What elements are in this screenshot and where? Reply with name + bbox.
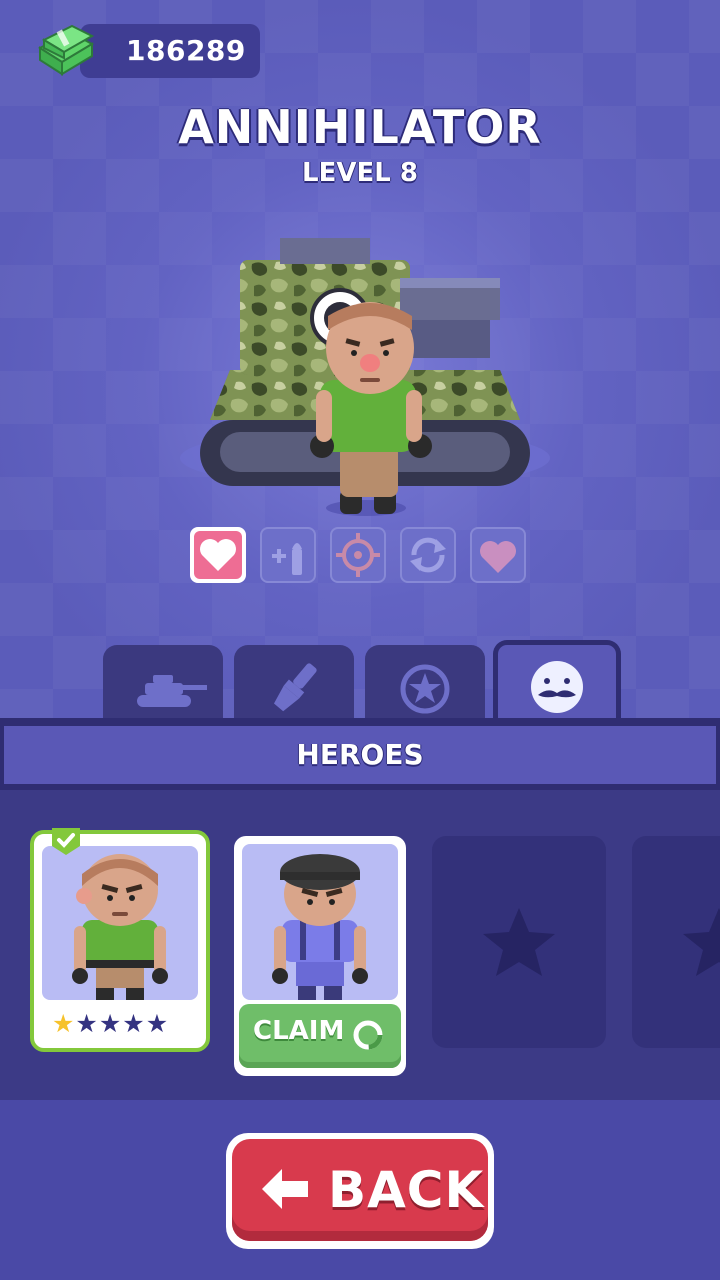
star-empty-icon: ★ — [145, 1009, 169, 1038]
currency-display: 186289 — [38, 24, 260, 80]
claim-label: CLAIM — [253, 1016, 345, 1046]
currency-amount: 186289 — [126, 34, 246, 67]
crosshair-icon — [336, 533, 380, 577]
perk-bar — [190, 527, 530, 587]
hero-card-list[interactable]: ★★★★★ CLAIM — [0, 790, 720, 1100]
cash-stack-icon — [38, 24, 95, 76]
hero-portrait — [42, 846, 198, 1000]
hero-card-claimable[interactable]: CLAIM — [234, 836, 406, 1076]
hero-name: ANNIHILATOR — [178, 100, 542, 154]
arrow-left-icon — [262, 1169, 308, 1209]
tab-tanks[interactable] — [103, 645, 223, 725]
hero-card-selected[interactable]: ★★★★★ — [30, 828, 210, 1052]
hero-tank-illustration — [180, 238, 550, 516]
back-label: BACK — [328, 1161, 485, 1219]
tank-icon — [137, 675, 207, 707]
star-icon — [483, 908, 555, 976]
section-title: HEROES — [296, 738, 424, 771]
mustache-face-icon — [531, 661, 583, 713]
ammo-plus-icon — [272, 543, 302, 575]
back-button[interactable]: BACK — [226, 1133, 494, 1249]
star-badge-icon — [400, 664, 450, 714]
star-empty-icon: ★ — [98, 1009, 122, 1038]
perk-slot-health-2[interactable] — [470, 527, 526, 583]
tab-badges[interactable] — [365, 645, 485, 725]
heart-icon — [480, 541, 516, 573]
star-icon — [683, 908, 720, 976]
hero-portrait — [242, 844, 398, 1000]
back-button-face: BACK — [232, 1139, 488, 1241]
hero-card-locked[interactable] — [432, 836, 606, 1048]
perk-slot-health[interactable] — [190, 527, 246, 583]
perk-slot-reload[interactable] — [400, 527, 456, 583]
perk-slot-aim[interactable] — [330, 527, 386, 583]
claim-button[interactable]: CLAIM — [239, 1004, 401, 1068]
hero-level: LEVEL 8 — [302, 158, 418, 188]
heart-icon — [194, 531, 242, 579]
tab-heroes[interactable] — [493, 640, 621, 726]
hero-card-locked[interactable] — [632, 836, 720, 1048]
paint-brush-icon — [273, 663, 317, 712]
perk-slot-ammo[interactable] — [260, 527, 316, 583]
star-filled-icon: ★ — [52, 1009, 75, 1038]
tab-paint[interactable] — [234, 645, 354, 725]
loading-ring-icon — [353, 1020, 383, 1050]
hero-star-rating: ★★★★★ — [52, 1010, 169, 1038]
selected-check-icon — [52, 828, 80, 855]
reload-icon — [410, 537, 446, 573]
star-empty-icon: ★ — [75, 1009, 98, 1038]
star-empty-icon: ★ — [122, 1009, 145, 1038]
